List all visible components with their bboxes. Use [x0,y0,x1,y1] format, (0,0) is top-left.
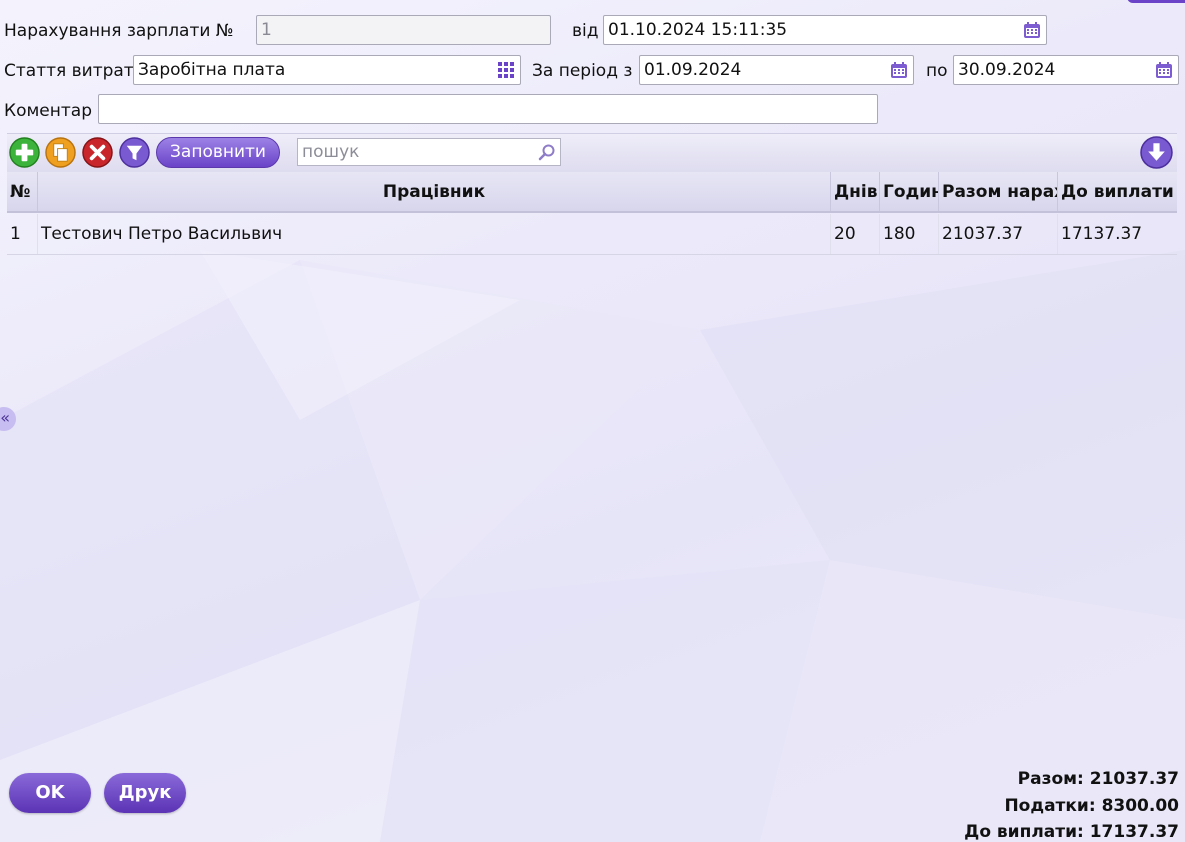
document-date-field[interactable]: 01.10.2024 15:11:35 [603,15,1047,45]
copy-icon[interactable] [45,137,76,168]
period-to-field[interactable]: 30.09.2024 [953,55,1179,85]
calendar-icon[interactable] [1155,61,1173,79]
period-from-field[interactable]: 01.09.2024 [639,55,914,85]
grid-select-icon[interactable] [497,61,515,79]
print-button[interactable]: Друк [104,773,186,813]
background-pattern [0,250,1185,842]
window-tab-edge [1127,0,1185,3]
cell-total-accrued: 21037.37 [939,214,1058,254]
download-icon[interactable] [1140,136,1173,169]
delete-icon[interactable] [82,137,113,168]
table-row[interactable]: 1 Тестович Петро Васильвич 20 180 21037.… [7,214,1177,255]
document-number-field[interactable]: 1 [256,15,551,45]
filter-icon[interactable] [119,137,150,168]
period-to-label: по [926,61,948,81]
period-from-label: За період з [532,61,633,81]
payout-summary: До виплати: 17137.37 [964,822,1179,842]
expense-item-field[interactable]: Заробітна плата [133,55,521,85]
cell-days: 20 [831,214,880,254]
date-label: від [572,21,599,41]
add-icon[interactable] [9,137,40,168]
cell-hours: 180 [880,214,939,254]
search-icon[interactable] [538,143,556,161]
search-box [297,138,561,166]
column-header-days[interactable]: Днів [831,172,880,211]
document-number-label: Нарахування зарплати № [4,21,234,41]
calendar-icon[interactable] [890,61,908,79]
taxes-summary: Податки: 8300.00 [1004,796,1179,816]
fill-button[interactable]: Заповнити [156,137,280,168]
column-header-employee[interactable]: Працівник [38,172,831,211]
search-input[interactable] [298,139,536,165]
column-header-payout[interactable]: До виплати [1058,172,1177,211]
ok-button[interactable]: OK [9,773,91,813]
column-header-total-accrued[interactable]: Разом нарах [939,172,1058,211]
calendar-icon[interactable] [1023,21,1041,39]
side-panel-toggle[interactable]: « [0,407,16,431]
cell-number: 1 [7,214,38,254]
table-toolbar: Заповнити [7,133,1177,172]
expense-item-label: Стаття витрат [4,61,134,81]
column-header-number[interactable]: № [7,172,38,211]
total-accrued-summary: Разом: 21037.37 [1017,769,1179,789]
cell-employee: Тестович Петро Васильвич [38,214,831,254]
column-header-hours[interactable]: Годин [880,172,939,211]
comment-field[interactable] [98,94,878,124]
cell-payout: 17137.37 [1061,224,1143,244]
comment-label: Коментар [4,101,92,121]
table-header: № Працівник Днів Годин Разом нарах До ви… [7,172,1177,213]
